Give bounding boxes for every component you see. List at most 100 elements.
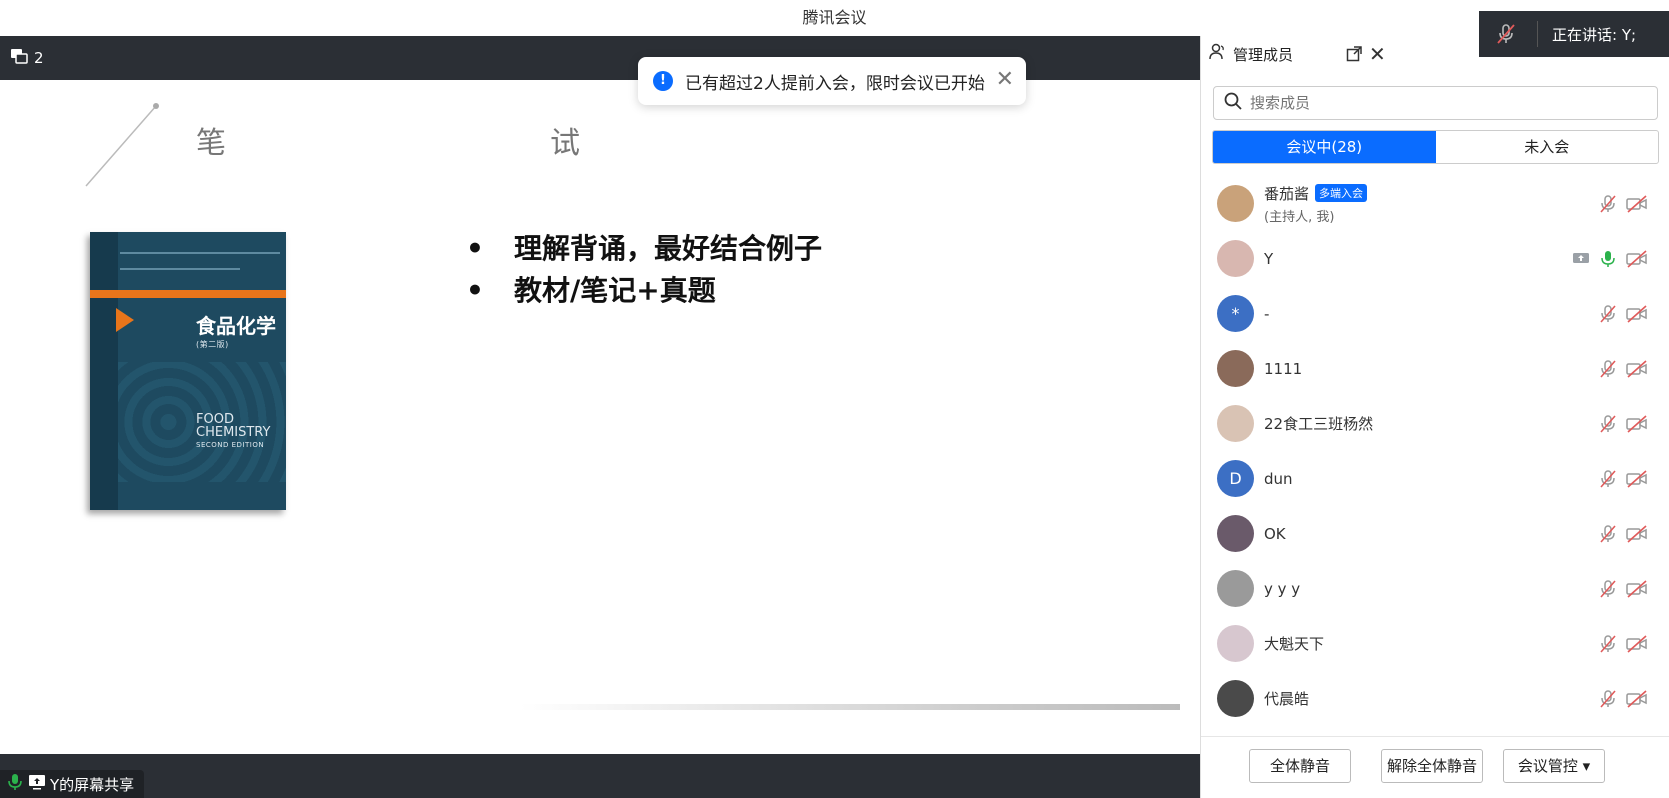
multi-device-badge: 多端入会	[1315, 183, 1368, 202]
camera-off-icon[interactable]	[1626, 580, 1648, 602]
bullet-item: • 教材/笔记+真题	[466, 274, 716, 307]
mic-muted-icon[interactable]	[1598, 304, 1618, 328]
notification-toast: ! 已有超过2人提前入会，限时会议已开始 ✕	[638, 57, 1026, 105]
tab-in-meeting[interactable]: 会议中(28)	[1213, 131, 1436, 163]
camera-off-icon[interactable]	[1626, 305, 1648, 327]
avatar	[1217, 350, 1254, 387]
member-status-icons	[1598, 194, 1648, 218]
member-row[interactable]: Y	[1201, 231, 1669, 286]
avatar	[1217, 625, 1254, 662]
slide-bullets: • 理解背诵，最好结合例子 • 教材/笔记+真题	[466, 228, 822, 312]
screen-share-chip[interactable]: Y的屏幕共享	[0, 770, 145, 798]
member-row[interactable]: 代晨皓	[1201, 671, 1669, 726]
slide-title-right: 试	[550, 126, 580, 161]
members-icon	[1209, 43, 1227, 65]
decorative-line	[85, 103, 159, 187]
member-info: OK	[1254, 525, 1286, 543]
member-row[interactable]: Ddun	[1201, 451, 1669, 506]
member-status-icons	[1598, 304, 1648, 328]
mic-icon	[6, 773, 28, 795]
close-icon[interactable]: ✕	[1369, 42, 1386, 66]
speaking-indicator: 正在讲话: Y;	[1479, 11, 1669, 57]
member-name: Y	[1264, 249, 1274, 268]
mic-on-icon[interactable]	[1598, 249, 1618, 273]
member-role: (主持人, 我)	[1264, 209, 1335, 225]
member-status-icons	[1598, 469, 1648, 493]
unmute-all-button[interactable]: 解除全体静音	[1381, 749, 1483, 783]
camera-off-icon[interactable]	[1626, 635, 1648, 657]
member-row[interactable]: 1111	[1201, 341, 1669, 396]
screen-share-icon	[1572, 251, 1590, 271]
panel-title: 管理成员	[1233, 45, 1294, 64]
mic-muted-icon[interactable]	[1598, 359, 1618, 383]
member-row[interactable]: * -	[1201, 286, 1669, 341]
member-row[interactable]: y y y	[1201, 561, 1669, 616]
avatar	[1217, 570, 1254, 607]
member-info: dun	[1254, 470, 1293, 488]
info-icon: !	[653, 71, 673, 91]
window-title: 腾讯会议	[0, 0, 1669, 36]
member-name: 大魁天下	[1264, 635, 1325, 653]
participants-icon[interactable]	[10, 47, 34, 69]
camera-off-icon[interactable]	[1626, 690, 1648, 712]
mic-muted-icon[interactable]	[1598, 194, 1618, 218]
close-icon[interactable]: ✕	[996, 69, 1014, 91]
meeting-control-label: 会议管控	[1517, 757, 1578, 775]
mic-muted-icon[interactable]	[1598, 469, 1618, 493]
muted-mic-icon	[1493, 21, 1519, 47]
mic-muted-icon[interactable]	[1598, 634, 1618, 658]
mute-all-button[interactable]: 全体静音	[1249, 749, 1351, 783]
member-status-icons	[1598, 414, 1648, 438]
member-row[interactable]: 大魁天下	[1201, 616, 1669, 671]
popout-icon[interactable]	[1346, 46, 1362, 66]
member-status-icons	[1598, 524, 1648, 548]
meeting-control-button[interactable]: 会议管控 ▾	[1503, 749, 1605, 783]
mic-muted-icon[interactable]	[1598, 524, 1618, 548]
avatar	[1217, 240, 1254, 277]
member-search[interactable]	[1213, 86, 1658, 120]
book-en-title: FOOD CHEMISTRY	[196, 412, 271, 440]
mic-muted-icon[interactable]	[1598, 414, 1618, 438]
camera-off-icon[interactable]	[1626, 525, 1648, 547]
member-status-icons	[1572, 249, 1648, 273]
member-tabs: 会议中(28) 未入会	[1212, 130, 1659, 164]
member-info: 大魁天下	[1254, 633, 1324, 654]
camera-off-icon[interactable]	[1626, 360, 1648, 382]
member-name: 1111	[1264, 359, 1303, 378]
shared-screen: 笔 试 食品化学 (第二版) FOOD CHEMISTRY SECOND EDI…	[0, 80, 1200, 754]
member-row[interactable]: 22食工三班杨然	[1201, 396, 1669, 451]
book-cover-image: 食品化学 (第二版) FOOD CHEMISTRY SECOND EDITION	[90, 232, 286, 510]
member-info: Y	[1254, 250, 1273, 268]
camera-off-icon[interactable]	[1626, 415, 1648, 437]
avatar: D	[1217, 460, 1254, 497]
member-info: y y y	[1254, 580, 1300, 598]
slide-title-left: 笔	[196, 126, 226, 161]
mic-muted-icon[interactable]	[1598, 689, 1618, 713]
member-name: -	[1264, 304, 1270, 323]
avatar	[1217, 515, 1254, 552]
book-edition: (第二版)	[196, 340, 229, 349]
search-input[interactable]	[1250, 94, 1630, 112]
search-icon	[1224, 92, 1242, 114]
book-title: 食品化学	[196, 314, 276, 338]
bullet-item: • 理解背诵，最好结合例子	[466, 232, 823, 265]
member-row[interactable]: 番茄酱 多端入会 (主持人, 我)	[1201, 176, 1669, 231]
member-row[interactable]: OK	[1201, 506, 1669, 561]
member-info: 番茄酱 多端入会 (主持人, 我)	[1254, 183, 1368, 225]
camera-off-icon[interactable]	[1626, 250, 1648, 272]
screen-share-icon	[28, 773, 50, 795]
member-list: 番茄酱 多端入会 (主持人, 我) Y * - 1111 22食工三班杨然 Ddun OK y y …	[1201, 176, 1669, 726]
divider	[1537, 21, 1538, 47]
member-status-icons	[1598, 634, 1648, 658]
tab-not-joined[interactable]: 未入会	[1436, 131, 1659, 163]
member-status-icons	[1598, 579, 1648, 603]
camera-off-icon[interactable]	[1626, 470, 1648, 492]
member-name: 番茄酱	[1264, 184, 1310, 203]
member-info: 1111	[1254, 360, 1302, 378]
avatar	[1217, 680, 1254, 717]
member-info: 代晨皓	[1254, 688, 1309, 709]
mic-muted-icon[interactable]	[1598, 579, 1618, 603]
camera-off-icon[interactable]	[1626, 195, 1648, 217]
decorative-divider	[520, 704, 1180, 710]
avatar	[1217, 185, 1254, 222]
